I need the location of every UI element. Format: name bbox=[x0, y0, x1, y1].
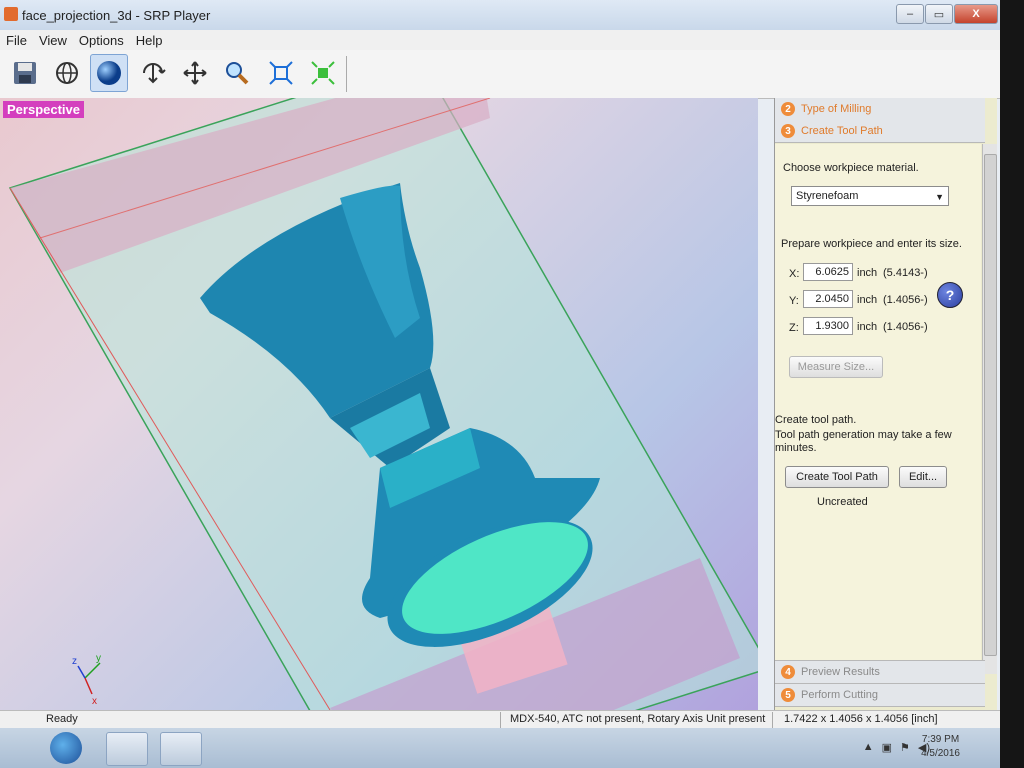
dim-y-original: (1.4056-) bbox=[883, 294, 928, 306]
fit-icon bbox=[269, 61, 293, 85]
close-button[interactable]: X bbox=[954, 4, 998, 24]
taskbar: ▲ ▣ ⚑ ◀) 7:39 PM 4/5/2016 bbox=[0, 728, 1000, 768]
axis-label-x: x bbox=[92, 696, 97, 707]
3d-scene: y x z bbox=[8, 98, 758, 710]
material-select[interactable]: Styrenefoam ▼ bbox=[791, 186, 949, 206]
toolpath-title: Create tool path. bbox=[775, 414, 857, 426]
status-bar: Ready MDX-540, ATC not present, Rotary A… bbox=[0, 710, 1000, 729]
step-number: 2 bbox=[781, 102, 795, 116]
step-label: Type of Milling bbox=[801, 103, 872, 115]
dim-z-label: Z: bbox=[789, 322, 799, 334]
start-button[interactable] bbox=[50, 732, 82, 764]
toolbar-separator bbox=[346, 56, 347, 92]
step-preview-results[interactable]: 4 Preview Results bbox=[775, 660, 985, 684]
step-perform-cutting[interactable]: 5 Perform Cutting bbox=[775, 684, 985, 707]
edit-button[interactable]: Edit... bbox=[899, 466, 947, 488]
step-label: Preview Results bbox=[801, 666, 880, 678]
globe-button[interactable] bbox=[48, 54, 86, 92]
sphere-icon bbox=[97, 61, 121, 85]
zoom-button[interactable] bbox=[218, 54, 256, 92]
menu-file[interactable]: File bbox=[0, 33, 33, 48]
status-ready: Ready bbox=[46, 713, 78, 725]
rotate-icon bbox=[143, 63, 166, 84]
measure-size-button[interactable]: Measure Size... bbox=[789, 356, 883, 378]
status-divider bbox=[500, 712, 501, 728]
window-title: face_projection_3d - SRP Player bbox=[22, 8, 211, 23]
panel-scrollbar[interactable] bbox=[982, 144, 997, 674]
material-value: Styrenefoam bbox=[796, 190, 859, 202]
menu-view[interactable]: View bbox=[33, 33, 73, 48]
axis-label-z: z bbox=[72, 656, 77, 667]
dim-x-original: (5.4143-) bbox=[883, 267, 928, 279]
step-label: Create Tool Path bbox=[801, 125, 883, 137]
dim-x-input[interactable]: 6.0625 bbox=[803, 263, 853, 281]
material-prompt: Choose workpiece material. bbox=[783, 162, 919, 174]
perspective-icon bbox=[311, 61, 335, 85]
pan-icon bbox=[183, 61, 207, 85]
pan-button[interactable] bbox=[176, 54, 214, 92]
dim-x-label: X: bbox=[789, 268, 800, 280]
monitor-bezel bbox=[1000, 0, 1024, 768]
toolpath-note: Tool path generation may take a few minu… bbox=[775, 429, 952, 454]
create-tool-path-button[interactable]: Create Tool Path bbox=[785, 466, 889, 488]
system-tray: ▲ ▣ ⚑ ◀) bbox=[863, 741, 930, 754]
clock[interactable]: 7:39 PM 4/5/2016 bbox=[921, 733, 960, 761]
3d-viewport[interactable]: y x z Perspective bbox=[0, 98, 758, 710]
app-window: face_projection_3d - SRP Player – ▭ X Fi… bbox=[0, 0, 1000, 768]
axis-triad bbox=[77, 662, 101, 695]
toolpath-status: Uncreated bbox=[817, 496, 868, 508]
tool-path-panel: 2 Type of Milling 3 Create Tool Path Cho… bbox=[774, 98, 997, 710]
view-mode-label: Perspective bbox=[3, 101, 84, 118]
step-label: Perform Cutting bbox=[801, 689, 879, 701]
save-icon bbox=[14, 62, 36, 84]
zoom-icon bbox=[226, 62, 249, 85]
title-bar: face_projection_3d - SRP Player – ▭ X bbox=[0, 0, 1000, 30]
step-number: 5 bbox=[781, 688, 795, 702]
step-number: 3 bbox=[781, 124, 795, 138]
app-icon bbox=[4, 7, 18, 21]
menu-bar: File View Options Help bbox=[0, 30, 1000, 50]
toolbar bbox=[0, 50, 1000, 99]
dim-y-input[interactable]: 2.0450 bbox=[803, 290, 853, 308]
save-button[interactable] bbox=[6, 54, 44, 92]
dim-z-original: (1.4056-) bbox=[883, 321, 928, 333]
dim-y-unit: inch bbox=[857, 294, 878, 306]
dim-z-unit: inch bbox=[857, 321, 878, 333]
menu-options[interactable]: Options bbox=[73, 33, 130, 48]
maximize-button[interactable]: ▭ bbox=[925, 4, 953, 24]
sphere-button[interactable] bbox=[90, 54, 128, 92]
dim-y-label: Y: bbox=[789, 295, 799, 307]
flag-icon[interactable]: ⚑ bbox=[900, 741, 910, 754]
taskbar-explorer[interactable] bbox=[106, 732, 148, 766]
globe-icon bbox=[56, 62, 78, 84]
clock-time: 7:39 PM bbox=[921, 734, 960, 745]
size-prompt: Prepare workpiece and enter its size. bbox=[781, 238, 962, 250]
axis-label-y: y bbox=[96, 653, 101, 664]
menu-help[interactable]: Help bbox=[130, 33, 169, 48]
clock-date: 4/5/2016 bbox=[921, 748, 960, 759]
status-machine: MDX-540, ATC not present, Rotary Axis Un… bbox=[510, 713, 766, 725]
status-size: 1.7422 x 1.4056 x 1.4056 [inch] bbox=[784, 713, 938, 725]
taskbar-srp-player[interactable] bbox=[160, 732, 202, 766]
tray-arrow-icon[interactable]: ▲ bbox=[863, 741, 874, 754]
dim-x-unit: inch bbox=[857, 267, 878, 279]
step-number: 4 bbox=[781, 665, 795, 679]
dim-z-input[interactable]: 1.9300 bbox=[803, 317, 853, 335]
fit-button[interactable] bbox=[262, 54, 300, 92]
step-content: Choose workpiece material. Styrenefoam ▼… bbox=[775, 144, 981, 666]
dropdown-arrow-icon: ▼ bbox=[935, 192, 944, 202]
help-button[interactable]: ? bbox=[937, 282, 963, 308]
step-type-of-milling[interactable]: 2 Type of Milling bbox=[775, 98, 985, 121]
minimize-button[interactable]: – bbox=[896, 4, 924, 24]
status-divider bbox=[772, 712, 773, 728]
scroll-thumb[interactable] bbox=[984, 154, 997, 656]
rotate-button[interactable] bbox=[134, 54, 172, 92]
network-icon[interactable]: ▣ bbox=[882, 741, 892, 754]
perspective-button[interactable] bbox=[304, 54, 342, 92]
step-create-tool-path[interactable]: 3 Create Tool Path bbox=[775, 120, 985, 143]
